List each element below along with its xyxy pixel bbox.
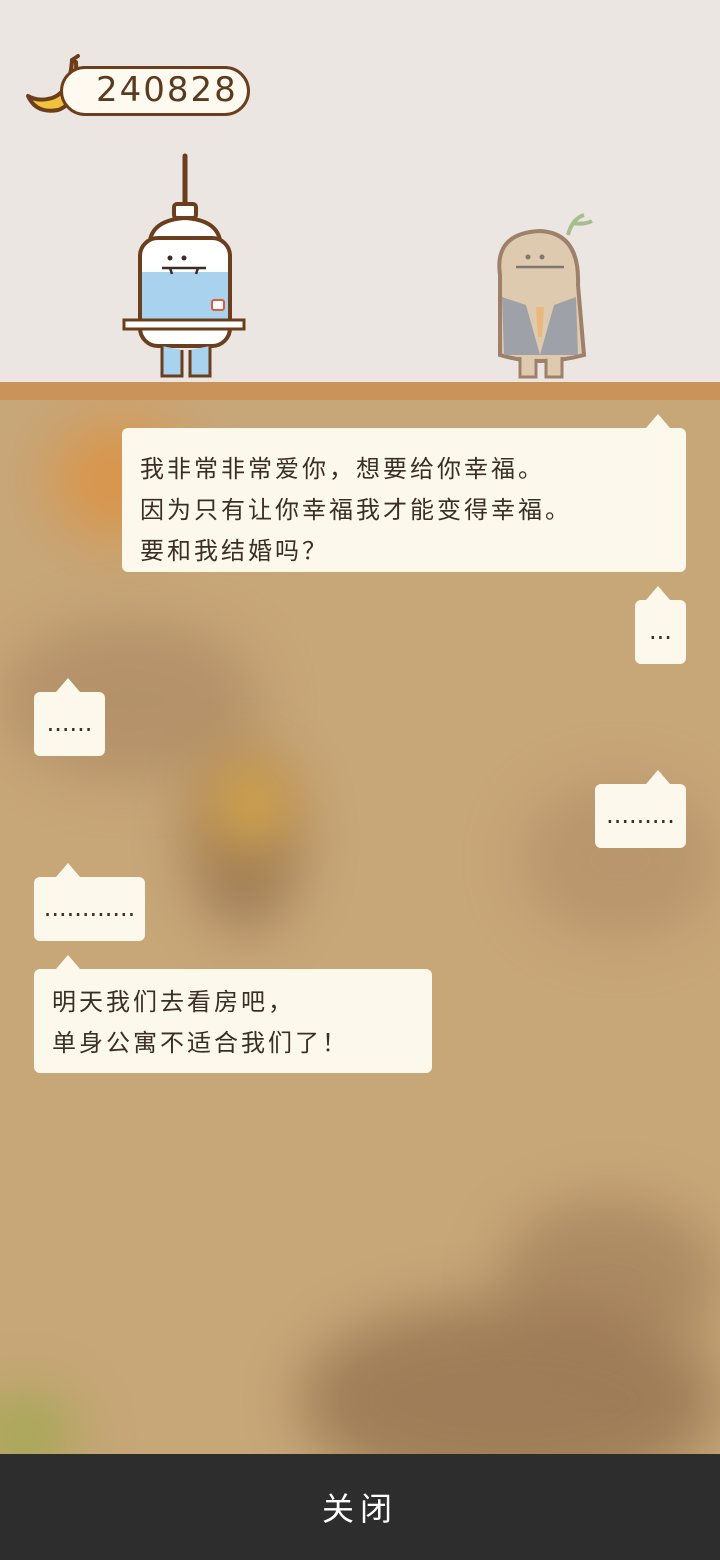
dialogue-line: ............ — [43, 894, 136, 922]
dialogue-line: ... — [649, 617, 672, 645]
dialogue-line: 单身公寓不适合我们了！ — [52, 1029, 349, 1057]
dialogue-bubble: ......... — [595, 770, 686, 848]
dialogue-line: ......... — [606, 801, 675, 829]
shelf — [0, 382, 720, 400]
dialogue-bubble: ...... — [34, 678, 105, 756]
game-scene: 240828 — [0, 0, 720, 384]
close-label: 关闭 — [321, 1490, 398, 1528]
dialogue-line: 因为只有让你幸福我才能变得幸福。 — [140, 496, 572, 524]
close-button[interactable]: 关闭 — [0, 1454, 720, 1560]
dialogue-line: ...... — [46, 709, 93, 737]
potato-in-suit-character — [497, 213, 593, 379]
coin-count: 240828 — [96, 70, 238, 110]
dialogue-line: 要和我结婚吗？ — [140, 537, 329, 565]
dialogue-bubble: 明天我们去看房吧， 单身公寓不适合我们了！ — [34, 955, 432, 1073]
dialogue-bubble: ............ — [34, 863, 145, 941]
dialogue-line: 明天我们去看房吧， — [52, 988, 295, 1016]
dialogue-bubble: 我非常非常爱你，想要给你幸福。 因为只有让你幸福我才能变得幸福。 要和我结婚吗？ — [122, 414, 686, 572]
dialogue-bubble: ... — [635, 586, 686, 664]
dialogue-line: 我非常非常爱你，想要给你幸福。 — [140, 455, 545, 483]
syringe-character — [122, 153, 246, 378]
